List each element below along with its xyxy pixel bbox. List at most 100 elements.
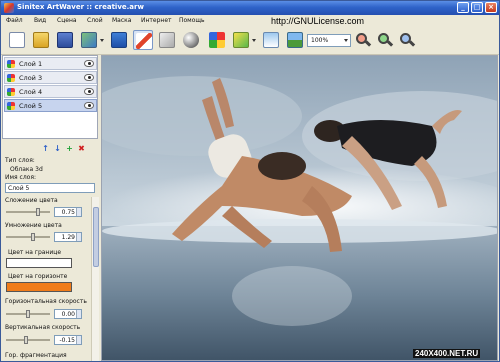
slider-knob[interactable] (26, 310, 30, 318)
zoom-select[interactable]: 100% (307, 34, 351, 47)
spin-arrows-icon[interactable] (76, 208, 81, 216)
maximize-button[interactable]: □ (471, 2, 483, 13)
slider-knob[interactable] (36, 208, 40, 216)
zoom-fit-button[interactable] (399, 32, 416, 48)
layer-item-selected[interactable]: Слой 5 (4, 99, 97, 112)
scrollbar-thumb[interactable] (93, 207, 99, 267)
eye-icon[interactable] (84, 60, 94, 67)
minimize-button[interactable]: _ (457, 2, 469, 13)
save-button[interactable] (55, 30, 75, 50)
gradient-button[interactable] (231, 30, 251, 50)
save-icon (57, 32, 73, 48)
zoom-value: 100% (311, 37, 329, 44)
delete-layer-button[interactable]: ✖ (77, 144, 86, 153)
h-speed-slider[interactable] (6, 310, 50, 318)
layer-type-icon (7, 88, 15, 96)
new-document-button[interactable] (7, 30, 27, 50)
layer-name-value: Слой 5 (8, 185, 30, 192)
v-speed-spinbox[interactable]: -0.15 (54, 335, 82, 345)
image-icon (111, 32, 127, 48)
layers-dropdown-arrow-icon[interactable] (100, 39, 104, 42)
layers-button[interactable] (79, 30, 99, 50)
layer-type-value: Облака 3d (10, 166, 43, 173)
layer-item[interactable]: Слой 4 (4, 85, 97, 98)
color-add-slider[interactable] (6, 208, 50, 216)
landscape-button[interactable] (285, 30, 305, 50)
menu-internet[interactable]: Интернет (141, 17, 172, 24)
menu-view[interactable]: Вид (34, 17, 46, 24)
layer-name-input[interactable]: Слой 5 (5, 183, 95, 193)
image-button[interactable] (109, 30, 129, 50)
zoom-in-button[interactable] (377, 32, 394, 48)
gradient-icon (233, 32, 249, 48)
properties-scrollbar[interactable] (91, 197, 99, 361)
h-speed-spinbox[interactable]: 0.00 (54, 309, 82, 319)
border-color-swatch[interactable] (6, 258, 72, 268)
move-layer-down-button[interactable]: ↓ (53, 144, 62, 153)
open-folder-icon (33, 32, 49, 48)
fragmentation-label: Гор. фрагментация (5, 352, 67, 359)
color-palette-icon (209, 32, 225, 48)
border-color-label: Цвет на границе (8, 249, 62, 256)
zoom-out-button[interactable] (355, 32, 372, 48)
horizon-line (102, 219, 497, 243)
menu-help[interactable]: Помощь (179, 17, 205, 24)
landscape-icon (287, 32, 303, 48)
chevron-down-icon (344, 39, 348, 42)
menu-mask[interactable]: Маска (112, 17, 131, 24)
zoom-out-handle (364, 40, 372, 47)
canvas-artwork (102, 56, 497, 360)
add-layer-button[interactable]: + (65, 144, 74, 153)
v-speed-label: Вертикальная скорость (5, 324, 81, 331)
color-add-spinbox[interactable]: 0.75 (54, 207, 82, 217)
horizon-color-label: Цвет на горизонте (8, 273, 68, 280)
layer-label: Слой 5 (19, 102, 43, 110)
close-button[interactable]: × (485, 2, 497, 13)
color-mul-slider[interactable] (6, 233, 50, 241)
open-button[interactable] (31, 30, 51, 50)
eye-icon[interactable] (84, 88, 94, 95)
sphere-button[interactable] (181, 30, 201, 50)
menu-file[interactable]: Файл (6, 17, 23, 24)
slider-knob[interactable] (31, 233, 35, 241)
brush-button[interactable] (133, 30, 153, 50)
move-layer-up-button[interactable]: ↑ (41, 144, 50, 153)
v-speed-slider[interactable] (6, 336, 50, 344)
menu-bar: Файл Вид Сцена Слой Маска Интернет Помощ… (1, 15, 499, 27)
slider-track (6, 236, 50, 238)
layer-label: Слой 1 (19, 60, 43, 68)
layer-type-icon (7, 102, 15, 110)
layer-item[interactable]: Слой 3 (4, 71, 97, 84)
eye-icon[interactable] (84, 74, 94, 81)
slider-track (6, 211, 50, 213)
palette-button[interactable] (207, 30, 227, 50)
color-mul-spinbox[interactable]: 1.29 (54, 232, 82, 242)
color-mul-value: 1.29 (61, 234, 75, 241)
horizon-color-swatch[interactable] (6, 282, 72, 292)
gradient-dropdown-arrow-icon[interactable] (252, 39, 256, 42)
mask-button[interactable] (261, 30, 281, 50)
eraser-icon (159, 32, 175, 48)
layer-properties: Тип слоя: Облака 3d Имя слоя: Слой 5 Сло… (2, 155, 99, 361)
eraser-button[interactable] (157, 30, 177, 50)
layer-item[interactable]: Слой 1 (4, 57, 97, 70)
window-title: Sinitex ArtWaver :: creative.arw (17, 3, 144, 11)
title-bar[interactable]: Sinitex ArtWaver :: creative.arw _ □ × (1, 1, 499, 15)
zoom-in-handle (386, 40, 394, 47)
eye-icon[interactable] (84, 102, 94, 109)
window-controls: _ □ × (457, 2, 497, 13)
spin-arrows-icon[interactable] (76, 310, 81, 318)
image-canvas[interactable] (101, 55, 498, 361)
layer-type-icon (7, 74, 15, 82)
layer-label: Слой 3 (19, 74, 43, 82)
menu-scene[interactable]: Сцена (57, 17, 77, 24)
mask-icon (263, 32, 279, 48)
site-watermark: 240X400.NET.RU (413, 349, 481, 358)
layers-stack-icon (81, 32, 97, 48)
layer-actions: ↑ ↓ + ✖ (41, 144, 86, 154)
spin-arrows-icon[interactable] (76, 233, 81, 241)
slider-knob[interactable] (24, 336, 28, 344)
menu-layer[interactable]: Слой (87, 17, 103, 24)
zoom-fit-handle (408, 40, 416, 47)
spin-arrows-icon[interactable] (76, 336, 81, 344)
